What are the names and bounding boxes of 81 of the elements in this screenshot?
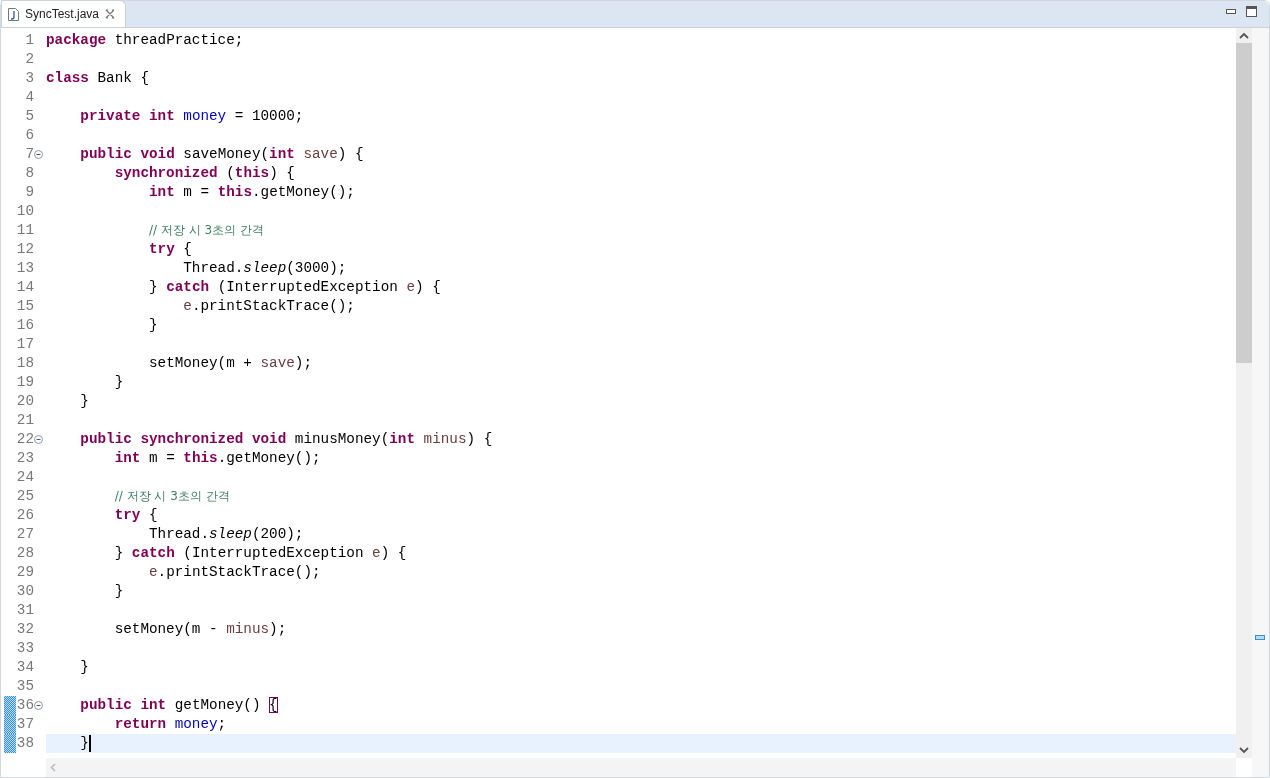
line-number: 22 — [15, 430, 34, 449]
line-number: 23 — [15, 449, 34, 468]
line-number: 28 — [15, 544, 34, 563]
editor-tab[interactable]: SyncTest.java — [1, 0, 127, 27]
code-line: Thread.sleep(3000); — [182, 260, 347, 276]
line-number: 14 — [15, 278, 34, 297]
code-line: synchronized (this) { — [113, 165, 295, 181]
code-line: } catch (InterruptedException e) { — [113, 545, 407, 561]
code-line: Thread.sleep(200); — [147, 526, 304, 542]
change-marker[interactable] — [1255, 635, 1265, 640]
java-file-icon — [8, 7, 19, 21]
line-number: 4 — [24, 88, 34, 107]
line-number: 3 — [24, 69, 34, 88]
code-line: public synchronized void minusMoney(int minus) { — [79, 431, 493, 447]
line-number: 33 — [15, 639, 34, 658]
scrollbar-thumb[interactable] — [1236, 43, 1252, 363]
line-number: 31 — [15, 601, 34, 620]
line-number: 26 — [15, 506, 34, 525]
line-number: 37 — [15, 715, 34, 734]
line-number: 5 — [24, 107, 34, 126]
collapse-icon[interactable] — [34, 150, 43, 159]
line-number: 18 — [15, 354, 34, 373]
line-number: 9 — [24, 183, 34, 202]
line-number: 27 — [15, 525, 34, 544]
collapse-icon[interactable] — [34, 435, 43, 444]
code-line: setMoney(m - minus); — [113, 621, 287, 637]
code-line: try { — [147, 241, 192, 257]
line-number: 20 — [15, 392, 34, 411]
code-line: } — [147, 317, 158, 333]
line-number: 34 — [15, 658, 34, 677]
line-number: 6 — [24, 126, 34, 145]
line-number: 1 — [24, 31, 34, 50]
line-number: 35 — [15, 677, 34, 696]
code-line: } — [113, 374, 124, 390]
line-number: 29 — [15, 563, 34, 582]
code-line: int m = this.getMoney(); — [113, 450, 321, 466]
code-line: } — [79, 393, 89, 409]
code-line: } catch (InterruptedException e) { — [147, 279, 441, 295]
code-line: e.printStackTrace(); — [147, 564, 321, 580]
horizontal-scrollbar[interactable] — [46, 758, 1236, 777]
code-line: private int money = 10000; — [79, 108, 304, 124]
line-number: 25 — [15, 487, 34, 506]
line-number: 13 — [15, 259, 34, 278]
code-line: try { — [113, 507, 158, 523]
line-number: 15 — [15, 297, 34, 316]
line-number: 24 — [15, 468, 34, 487]
line-number: 2 — [24, 50, 34, 69]
close-icon[interactable] — [105, 9, 116, 19]
code-line: return money; — [113, 716, 227, 732]
line-number: 11 — [15, 221, 34, 240]
vertical-scrollbar[interactable] — [1236, 28, 1252, 758]
maximize-icon[interactable] — [1246, 5, 1257, 17]
line-number: 16 — [15, 316, 34, 335]
tab-title: SyncTest.java — [25, 6, 100, 23]
code-line: public int getMoney() { — [79, 697, 278, 713]
line-number: 10 — [15, 202, 34, 221]
line-number: 12 — [15, 240, 34, 259]
line-number: 36 — [15, 696, 34, 715]
line-number: 17 — [15, 335, 34, 354]
code-line: } — [79, 735, 89, 751]
line-number: 8 — [24, 164, 34, 183]
code-line: setMoney(m + save); — [147, 355, 312, 371]
code-line: e.printStackTrace(); — [182, 298, 355, 314]
code-line: class Bank { — [46, 70, 149, 86]
code-line: } — [79, 659, 89, 675]
code-comment: // 저장 시 3초의 간격 — [113, 488, 230, 504]
code-line: int m = this.getMoney(); — [147, 184, 355, 200]
line-number: 30 — [15, 582, 34, 601]
code-line: package threadPractice; — [46, 32, 244, 48]
line-number: 38 — [15, 734, 34, 753]
line-number: 21 — [15, 411, 34, 430]
line-number: 19 — [15, 373, 34, 392]
line-number: 32 — [15, 620, 34, 639]
collapse-icon[interactable] — [34, 701, 43, 710]
code-line: public void saveMoney(int save) { — [79, 146, 364, 162]
minimize-icon[interactable] — [1226, 8, 1236, 14]
line-number: 7 — [24, 145, 34, 164]
code-comment: // 저장 시 3초의 간격 — [147, 222, 264, 238]
scroll-down-icon[interactable] — [1239, 747, 1249, 754]
code-line: } — [113, 583, 124, 599]
scroll-up-icon[interactable] — [1239, 32, 1249, 39]
